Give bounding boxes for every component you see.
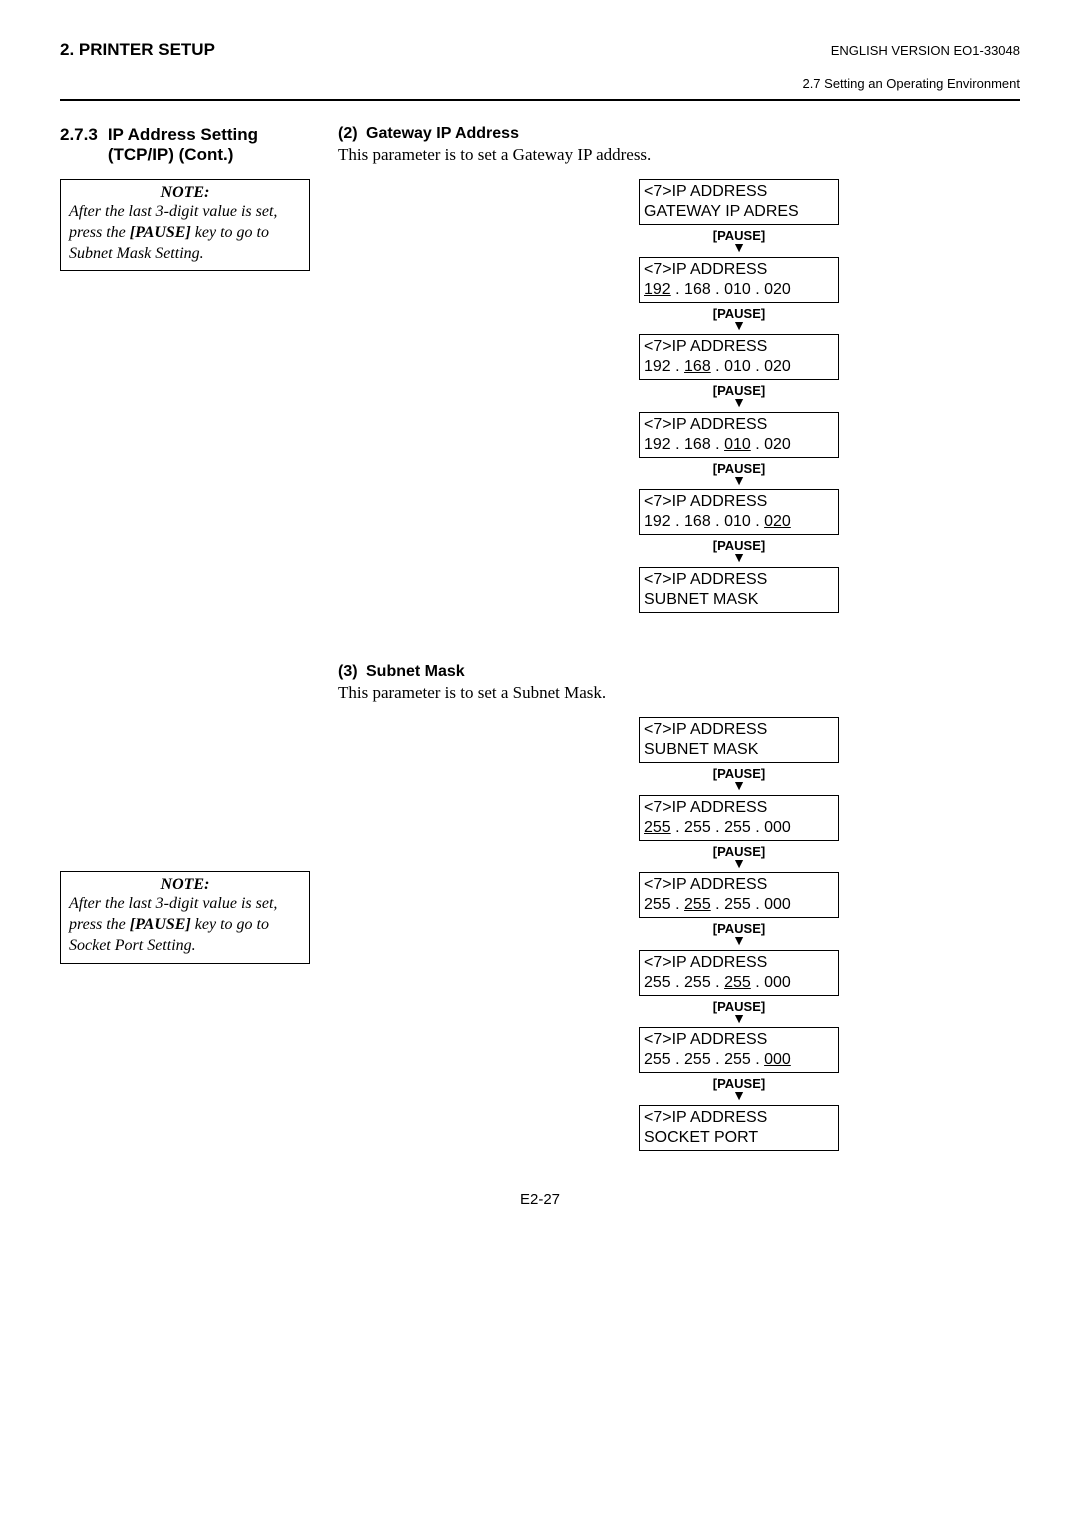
display-line2: 255 . 255 . 255 . 000 <box>644 895 834 915</box>
subsection-number: (2) <box>338 125 366 143</box>
display-line1: <7>IP ADDRESS <box>644 875 834 895</box>
arrow-down-icon: ▼ <box>732 936 746 949</box>
header-rule <box>60 99 1020 101</box>
display-line2: 192 . 168 . 010 . 020 <box>644 357 834 377</box>
subnet-desc: This parameter is to set a Subnet Mask. <box>338 683 1020 703</box>
arrow-down-icon: ▼ <box>732 398 746 411</box>
display-line1: <7>IP ADDRESS <box>644 337 834 357</box>
arrow-down-icon: ▼ <box>732 476 746 489</box>
ip-segment: 255 <box>644 819 671 836</box>
display-line2: 192 . 168 . 010 . 020 <box>644 280 834 300</box>
display-line2: SOCKET PORT <box>644 1128 834 1148</box>
arrow-down-icon: ▼ <box>732 243 746 256</box>
display-line1: <7>IP ADDRESS <box>644 260 834 280</box>
header-chapter: 2. PRINTER SETUP <box>60 40 215 60</box>
note-key: [PAUSE] <box>130 224 191 241</box>
display-line1: <7>IP ADDRESS <box>644 720 834 740</box>
display-line2: 255 . 255 . 255 . 000 <box>644 1050 834 1070</box>
display-box: <7>IP ADDRESS SUBNET MASK <box>639 567 839 613</box>
section-number: 2.7.3 <box>60 125 98 165</box>
page-number: E2-27 <box>60 1191 1020 1208</box>
display-line2: SUBNET MASK <box>644 590 834 610</box>
display-box: <7>IP ADDRESS 255 . 255 . 255 . 000 <box>639 872 839 918</box>
header-section: 2.7 Setting an Operating Environment <box>60 76 1020 91</box>
ip-segment: 255 <box>684 896 711 913</box>
arrow-down-icon: ▼ <box>732 1014 746 1027</box>
display-line1: <7>IP ADDRESS <box>644 570 834 590</box>
display-line1: <7>IP ADDRESS <box>644 182 834 202</box>
note-box-1: NOTE: After the last 3-digit value is se… <box>60 179 310 271</box>
header-version: ENGLISH VERSION EO1-33048 <box>831 43 1020 58</box>
ip-segment: 255 <box>724 974 751 991</box>
display-line2: 192 . 168 . 010 . 020 <box>644 512 834 532</box>
display-box: <7>IP ADDRESS 192 . 168 . 010 . 020 <box>639 257 839 303</box>
ip-segment: 192 <box>644 281 671 298</box>
display-line1: <7>IP ADDRESS <box>644 492 834 512</box>
subnet-flow: <7>IP ADDRESS SUBNET MASK [PAUSE] ▼ <7>I… <box>458 717 1020 1151</box>
subsection-subnet-head: (3)Subnet Mask <box>338 663 1020 681</box>
subsection-gateway-head: (2)Gateway IP Address <box>338 125 1020 143</box>
display-box: <7>IP ADDRESS 255 . 255 . 255 . 000 <box>639 1027 839 1073</box>
display-line1: <7>IP ADDRESS <box>644 1030 834 1050</box>
display-box: <7>IP ADDRESS SUBNET MASK <box>639 717 839 763</box>
note-title: NOTE: <box>69 876 301 894</box>
ip-segment: 168 <box>684 358 711 375</box>
ip-segment: 020 <box>764 513 791 530</box>
display-line2: 255 . 255 . 255 . 000 <box>644 973 834 993</box>
section-title: IP Address Setting (TCP/IP) (Cont.) <box>108 125 310 165</box>
display-line2: SUBNET MASK <box>644 740 834 760</box>
gateway-flow: <7>IP ADDRESS GATEWAY IP ADRES [PAUSE] ▼… <box>458 179 1020 613</box>
note-body: After the last 3-digit value is set, pre… <box>69 894 301 956</box>
display-box: <7>IP ADDRESS 255 . 255 . 255 . 000 <box>639 795 839 841</box>
arrow-down-icon: ▼ <box>732 781 746 794</box>
display-box: <7>IP ADDRESS GATEWAY IP ADRES <box>639 179 839 225</box>
display-box: <7>IP ADDRESS 255 . 255 . 255 . 000 <box>639 950 839 996</box>
gateway-desc: This parameter is to set a Gateway IP ad… <box>338 145 1020 165</box>
note-box-2: NOTE: After the last 3-digit value is se… <box>60 871 310 963</box>
section-heading: 2.7.3 IP Address Setting (TCP/IP) (Cont.… <box>60 125 310 165</box>
ip-segment: 010 <box>724 436 751 453</box>
subsection-title: Subnet Mask <box>366 663 465 680</box>
note-title: NOTE: <box>69 184 301 202</box>
display-line1: <7>IP ADDRESS <box>644 415 834 435</box>
display-line2: 192 . 168 . 010 . 020 <box>644 435 834 455</box>
arrow-down-icon: ▼ <box>732 859 746 872</box>
display-box: <7>IP ADDRESS SOCKET PORT <box>639 1105 839 1151</box>
arrow-down-icon: ▼ <box>732 1091 746 1104</box>
display-line2: GATEWAY IP ADRES <box>644 202 834 222</box>
display-line1: <7>IP ADDRESS <box>644 953 834 973</box>
display-line1: <7>IP ADDRESS <box>644 1108 834 1128</box>
display-line1: <7>IP ADDRESS <box>644 798 834 818</box>
subsection-number: (3) <box>338 663 366 681</box>
display-box: <7>IP ADDRESS 192 . 168 . 010 . 020 <box>639 489 839 535</box>
subsection-title: Gateway IP Address <box>366 125 519 142</box>
arrow-down-icon: ▼ <box>732 553 746 566</box>
display-line2: 255 . 255 . 255 . 000 <box>644 818 834 838</box>
display-box: <7>IP ADDRESS 192 . 168 . 010 . 020 <box>639 412 839 458</box>
note-body: After the last 3-digit value is set, pre… <box>69 202 301 264</box>
note-key: [PAUSE] <box>130 916 191 933</box>
display-box: <7>IP ADDRESS 192 . 168 . 010 . 020 <box>639 334 839 380</box>
arrow-down-icon: ▼ <box>732 321 746 334</box>
ip-segment: 000 <box>764 1051 791 1068</box>
